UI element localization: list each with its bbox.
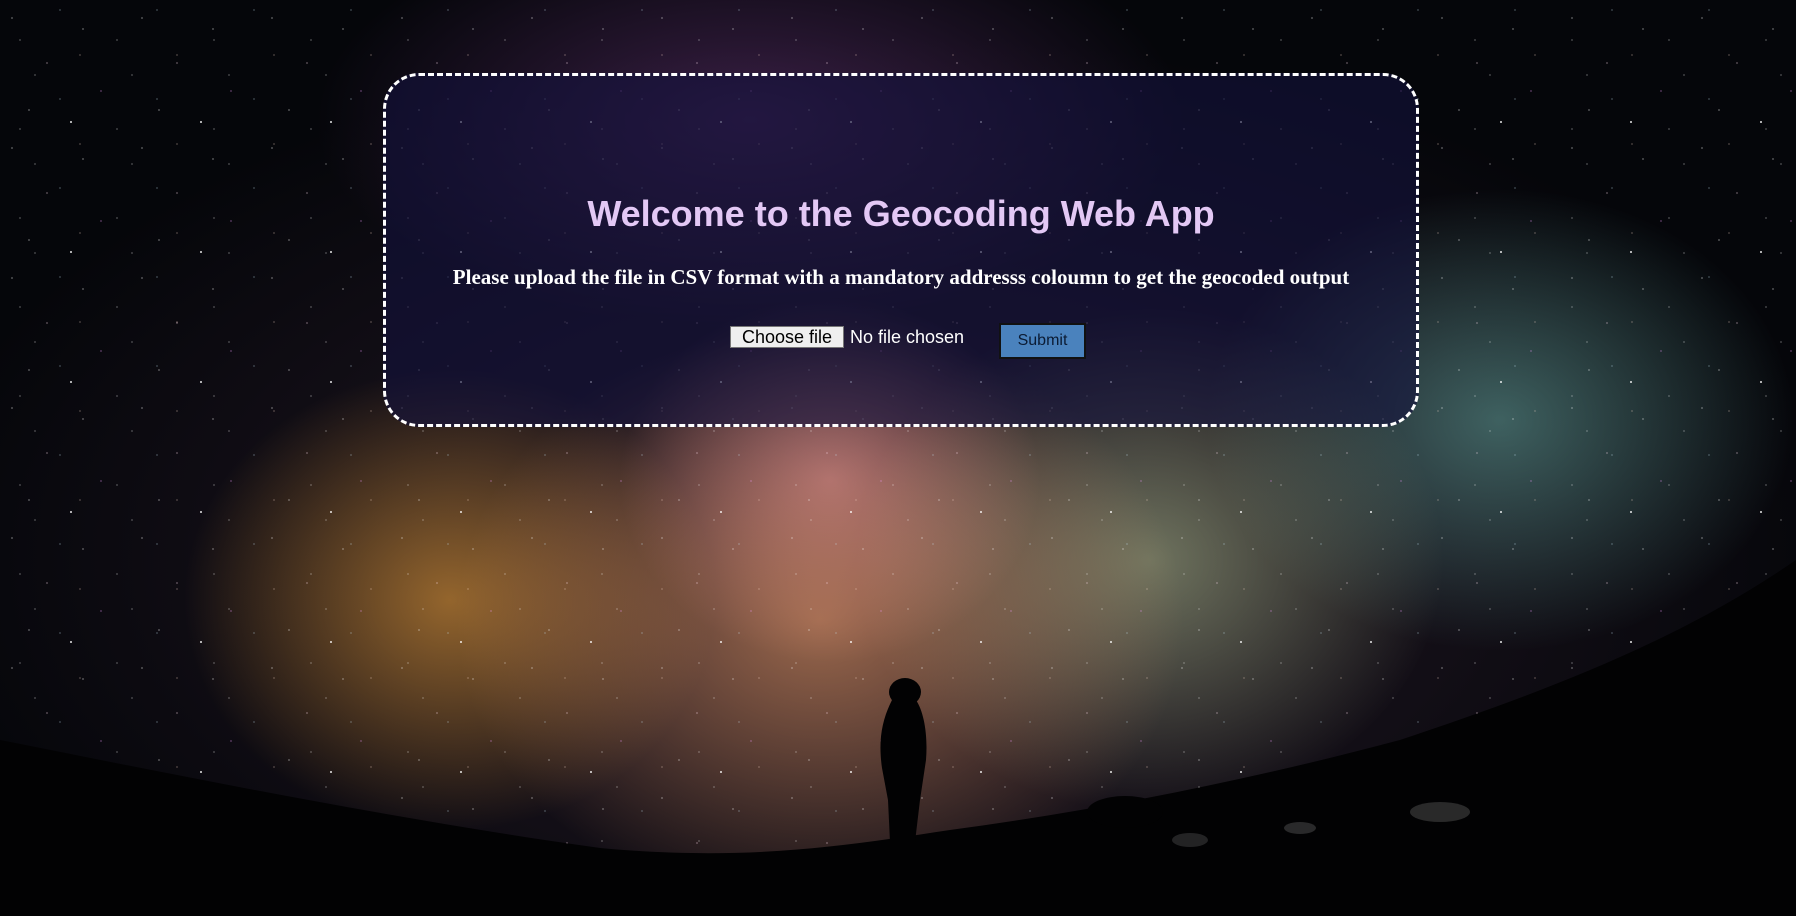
upload-instructions: Please upload the file in CSV format wit… bbox=[452, 265, 1350, 289]
file-status-text: No file chosen bbox=[850, 327, 965, 347]
submit-button[interactable]: Submit bbox=[999, 323, 1086, 359]
upload-panel: Welcome to the Geocoding Web App Please … bbox=[383, 73, 1419, 427]
person-silhouette bbox=[880, 678, 927, 842]
page-title: Welcome to the Geocoding Web App bbox=[587, 193, 1215, 234]
choose-file-button[interactable]: Choose file bbox=[730, 326, 844, 348]
upload-form: Choose file No file chosen Submit bbox=[386, 321, 1416, 361]
